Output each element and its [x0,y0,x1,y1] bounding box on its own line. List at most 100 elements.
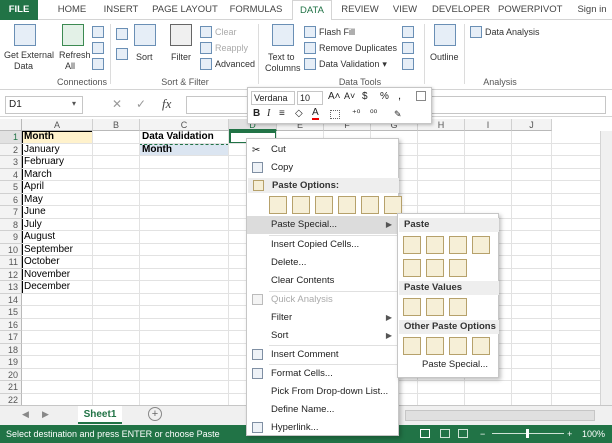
consolidate-icon[interactable] [402,26,414,38]
data-validation-button[interactable]: Data Validation ▾ [304,58,387,70]
relationships-icon[interactable] [402,58,414,70]
keep-source-formatting-icon[interactable] [472,236,490,254]
page-layout-view-icon[interactable] [440,429,450,438]
menu-hyperlink[interactable]: Hyperlink... [247,419,398,437]
no-borders-icon[interactable] [403,259,421,277]
tab-insert[interactable]: INSERT [100,0,142,20]
scroll-right-icon[interactable]: ▶ [42,409,49,420]
comma-button[interactable]: , [398,90,401,102]
paste-formulas-icon[interactable] [426,236,444,254]
properties-icon[interactable] [92,42,104,54]
bold-icon[interactable]: B [253,108,260,119]
select-all-corner[interactable] [0,119,22,131]
paste-option-transpose-icon[interactable] [338,196,356,214]
cell-c1[interactable]: Data Validation [140,131,214,143]
column-header-j[interactable]: J [512,119,552,131]
get-external-data-label[interactable]: Get External [4,50,54,60]
font-name-box[interactable]: Verdana [251,91,295,105]
percent-button[interactable]: % [380,91,389,102]
values-number-format-icon[interactable] [426,298,444,316]
tab-view[interactable]: VIEW [388,0,422,20]
row-header-20[interactable]: 20 [0,368,22,381]
zoom-level[interactable]: 100% [582,425,605,443]
row-header-19[interactable]: 19 [0,356,22,369]
values-icon[interactable] [403,298,421,316]
insert-function-button[interactable]: fx [162,96,171,112]
menu-cut[interactable]: ✂ Cut [247,141,398,159]
get-external-data-label2[interactable]: Data [14,61,33,71]
tab-powerpivot[interactable]: POWERPIVOT [498,0,562,20]
tab-page-layout[interactable]: PAGE LAYOUT [150,0,220,20]
row-header-3[interactable]: 3 [0,156,22,169]
column-header-i[interactable]: I [465,119,512,131]
row-header-16[interactable]: 16 [0,318,22,331]
row-header-15[interactable]: 15 [0,306,22,319]
menu-clear-contents[interactable]: Clear Contents [247,272,398,290]
paste-icon[interactable] [403,236,421,254]
column-header-c[interactable]: C [140,119,229,131]
column-header-b[interactable]: B [93,119,140,131]
text-to-label[interactable]: Text to [268,52,295,62]
menu-define-name[interactable]: Define Name... [247,401,398,419]
page-break-view-icon[interactable] [458,429,468,438]
format-painter-icon[interactable] [416,91,426,101]
menu-filter[interactable]: Filter ▶ [247,309,398,327]
menu-format-cells[interactable]: Format Cells... [247,365,398,383]
tab-file[interactable]: FILE [0,0,38,20]
row-header-6[interactable]: 6 [0,193,22,206]
zoom-out-icon[interactable]: − [480,425,485,443]
row-header-9[interactable]: 9 [0,231,22,244]
name-box-dropdown-icon[interactable]: ▾ [72,99,76,108]
clear-button[interactable]: Clear [200,26,237,38]
row-header-13[interactable]: 13 [0,281,22,294]
remove-duplicates-button[interactable]: Remove Duplicates [304,42,397,54]
font-size-box[interactable]: 10 [297,91,323,105]
columns-label[interactable]: Columns [265,63,301,73]
align-center-icon[interactable]: ≡ [279,108,285,119]
advanced-button[interactable]: Advanced [200,58,255,70]
menu-copy[interactable]: Copy [247,159,398,177]
row-header-1[interactable]: 1 [0,131,22,144]
enter-icon[interactable]: ✓ [136,97,146,111]
tab-developer[interactable]: DEVELOPER [430,0,492,20]
row-header-10[interactable]: 10 [0,243,22,256]
scroll-left-icon[interactable]: ◀ [22,409,29,420]
transpose-icon[interactable] [449,259,467,277]
increase-font-icon[interactable]: A˄ [328,91,341,102]
decrease-decimal-icon[interactable]: ⁺⁰ [352,108,360,119]
add-sheet-icon[interactable]: + [148,407,162,421]
tab-home[interactable]: HOME [52,0,92,20]
decrease-font-icon[interactable]: A˅ [344,91,355,101]
fill-color-icon[interactable]: ◇ [295,108,303,119]
refresh-label[interactable]: Refresh [59,50,91,60]
sheet-tab-sheet1[interactable]: Sheet1 [78,406,122,424]
refresh-all-label[interactable]: All [65,61,75,71]
column-header-a[interactable]: A [22,119,93,131]
zoom-in-icon[interactable]: + [567,425,572,443]
increase-decimal-icon[interactable]: ⁰⁰ [370,108,377,119]
paste-link-icon[interactable] [426,337,444,355]
normal-view-icon[interactable] [420,429,430,438]
currency-button[interactable]: $ [362,91,368,102]
what-if-icon[interactable] [402,42,414,54]
row-header-2[interactable]: 2 [0,143,22,156]
keep-column-widths-icon[interactable] [426,259,444,277]
tab-data[interactable]: DATA [292,0,332,21]
vertical-scrollbar[interactable] [600,131,612,405]
data-analysis-button[interactable]: Data Analysis [470,26,540,38]
italic-icon[interactable]: I [267,108,270,119]
row-header-21[interactable]: 21 [0,381,22,394]
paste-option-values-icon[interactable] [292,196,310,214]
sort-button[interactable]: Sort [136,52,153,62]
submenu-paste-special[interactable]: Paste Special... [422,359,488,370]
linked-picture-icon[interactable] [472,337,490,355]
row-header-14[interactable]: 14 [0,293,22,306]
connections-icon[interactable] [92,26,104,38]
menu-sort[interactable]: Sort ▶ [247,327,398,345]
sort-az-icon[interactable] [116,28,128,40]
reapply-button[interactable]: Reapply [200,42,248,54]
values-source-format-icon[interactable] [449,298,467,316]
paste-option-formatting-icon[interactable] [361,196,379,214]
flash-fill-button[interactable]: Flash Fill [304,26,355,38]
row-header-7[interactable]: 7 [0,206,22,219]
